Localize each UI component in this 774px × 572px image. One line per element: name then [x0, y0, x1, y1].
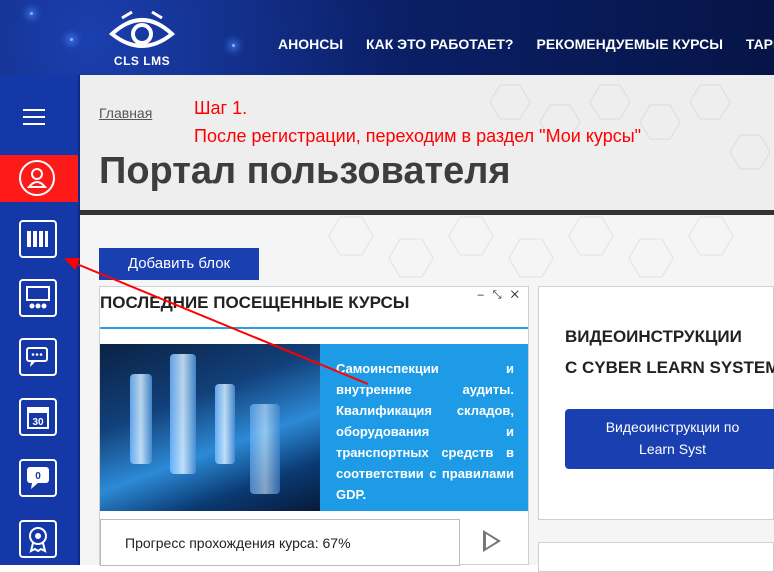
- nav-item-how-it-works[interactable]: КАК ЭТО РАБОТАЕТ?: [366, 36, 513, 52]
- sidebar-item-webinars[interactable]: [19, 279, 57, 317]
- annotation-text: Шаг 1. После регистрации, переходим в ра…: [194, 94, 641, 150]
- eye-logo-icon: [108, 10, 176, 48]
- course-description[interactable]: Самоинспекции и внутренние аудиты. Квали…: [320, 344, 528, 511]
- sidebar-item-messages[interactable]: 0: [19, 459, 57, 497]
- cls-lms-logo[interactable]: CLS LMS: [108, 10, 176, 68]
- sidebar-item-calendar[interactable]: 30: [19, 398, 57, 436]
- sidebar-item-certificates[interactable]: [19, 520, 57, 558]
- annotation-instruction: После регистрации, переходим в раздел "М…: [194, 126, 642, 146]
- certificate-icon: [29, 527, 47, 553]
- page-title: Портал пользователя: [99, 150, 511, 192]
- video-title-line: ВИДЕОИНСТРУКЦИИ: [565, 327, 742, 346]
- books-icon: [27, 231, 48, 247]
- course-image[interactable]: [100, 344, 320, 511]
- button-label: Learn Syst: [639, 441, 706, 457]
- decorative-glow: [30, 12, 33, 15]
- chat-icon: [26, 347, 48, 367]
- nav-item-recommended-courses[interactable]: РЕКОМЕНДУЕМЫЕ КУРСЫ: [536, 36, 722, 52]
- nav-item-pricing[interactable]: ТАРИФЫ: [746, 36, 774, 52]
- message-bubble-icon: 0: [27, 467, 49, 489]
- menu-icon[interactable]: [23, 109, 45, 130]
- decorative-glow: [232, 44, 235, 47]
- main-content: Добавить блок ПОСЛЕДНИЕ ПОСЕЩЕННЫЕ КУРСЫ…: [80, 215, 774, 572]
- add-block-button[interactable]: Добавить блок: [99, 248, 259, 280]
- vial-shape: [130, 374, 152, 464]
- decorative-glow: [70, 38, 73, 41]
- recent-courses-widget: ПОСЛЕДНИЕ ПОСЕЩЕННЫЕ КУРСЫ – ⤡ ✕ Самоинс…: [99, 286, 529, 566]
- presentation-icon: [26, 286, 50, 309]
- widget-controls[interactable]: – ⤡ ✕: [478, 289, 522, 302]
- breadcrumb-home[interactable]: Главная: [99, 105, 152, 121]
- sidebar-item-chat[interactable]: [19, 338, 57, 376]
- nav-item-announcements[interactable]: АНОНСЫ: [278, 36, 343, 52]
- vial-shape: [250, 404, 280, 494]
- main-nav: АНОНСЫ КАК ЭТО РАБОТАЕТ? РЕКОМЕНДУЕМЫЕ К…: [278, 36, 774, 52]
- logo-text: CLS LMS: [113, 54, 171, 68]
- video-instructions-button[interactable]: Видеоинструкции по Learn Syst: [565, 409, 774, 469]
- sidebar: 30 0: [0, 75, 80, 565]
- calendar-icon: 30: [27, 407, 49, 429]
- video-instructions-widget: ВИДЕОИНСТРУКЦИИ С CYBER LEARN SYSTEM Вид…: [538, 286, 774, 520]
- widget-divider: [100, 327, 528, 329]
- page-header: Главная Шаг 1. После регистрации, перехо…: [80, 75, 774, 215]
- vial-shape: [170, 354, 196, 474]
- svg-text:0: 0: [35, 471, 41, 482]
- widget-card: [538, 542, 774, 572]
- button-label: Видеоинструкции по: [605, 419, 740, 435]
- annotation-step: Шаг 1.: [194, 98, 248, 118]
- top-navigation-bar: CLS LMS АНОНСЫ КАК ЭТО РАБОТАЕТ? РЕКОМЕН…: [0, 0, 774, 75]
- widget-title: ВИДЕОИНСТРУКЦИИ С CYBER LEARN SYSTEM: [565, 321, 774, 383]
- vial-shape: [215, 384, 235, 464]
- sidebar-item-my-courses[interactable]: [19, 220, 57, 258]
- play-icon-inner: [486, 534, 497, 548]
- sidebar-item-profile[interactable]: [0, 155, 78, 202]
- svg-text:30: 30: [32, 417, 44, 428]
- video-title-line: С CYBER LEARN SYSTEM: [565, 358, 774, 377]
- course-progress: Прогресс прохождения курса: 67%: [100, 519, 460, 566]
- profile-icon: [19, 160, 55, 196]
- widget-title: ПОСЛЕДНИЕ ПОСЕЩЕННЫЕ КУРСЫ: [100, 293, 410, 312]
